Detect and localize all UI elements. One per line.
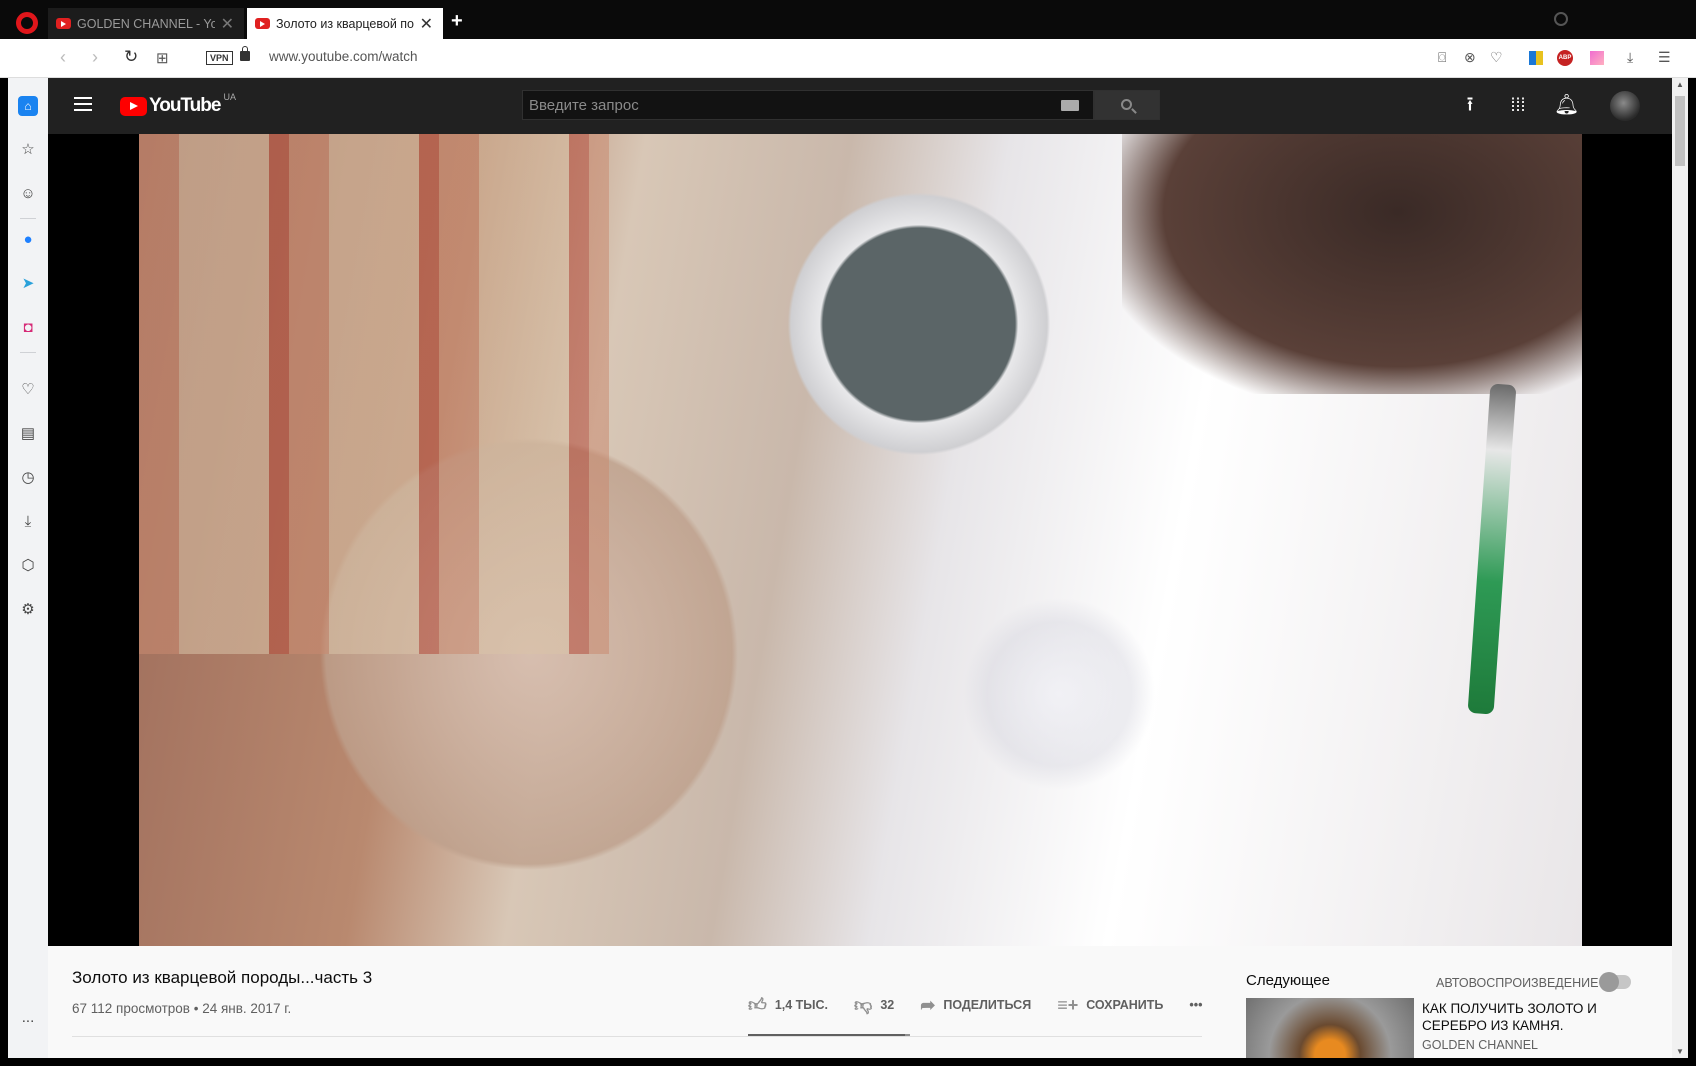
search-button[interactable] — [1094, 90, 1160, 120]
snapshot-icon[interactable]: ⌼ — [1438, 49, 1446, 66]
video-scene-dark-object — [1122, 134, 1582, 394]
autoplay-toggle[interactable] — [1599, 972, 1631, 992]
youtube-play-icon — [120, 96, 147, 116]
video-scene-toothbrush — [1467, 383, 1517, 715]
forward-icon[interactable]: › — [92, 47, 98, 68]
tab-golden-channel[interactable]: GOLDEN CHANNEL - YouTube ✕ — [48, 8, 244, 39]
page-scrollbar[interactable]: ▲ ▼ — [1672, 78, 1688, 1058]
extension-icon[interactable] — [1529, 51, 1543, 65]
search-icon — [1121, 99, 1132, 110]
home-icon[interactable]: ⌂ — [18, 96, 38, 116]
youtube-logo[interactable]: YouTube UA — [120, 92, 236, 117]
dislike-count: 32 — [880, 998, 895, 1012]
thumbs-down-icon: 👎︎ — [854, 995, 873, 1015]
up-next-thumbnail[interactable] — [1246, 998, 1414, 1058]
browser-tab-strip: GOLDEN CHANNEL - YouTube ✕ Золото из ква… — [0, 0, 1696, 39]
adblock-icon[interactable]: ⊗ — [1464, 49, 1476, 66]
apps-grid-icon[interactable]: ⁞⁞⁞ — [1506, 93, 1530, 117]
guide-menu-icon[interactable] — [74, 97, 92, 111]
avatar[interactable] — [1610, 91, 1640, 121]
sidebar-divider — [20, 352, 36, 353]
tab-active-video[interactable]: Золото из кварцевой породы...часть 3 - Y… — [247, 8, 443, 39]
close-tab-icon[interactable]: ✕ — [420, 14, 433, 34]
bookmark-heart-icon[interactable]: ♡ — [1490, 49, 1503, 66]
search-input[interactable] — [523, 91, 1093, 119]
like-button[interactable]: 👍︎ 1,4 тыс. — [748, 994, 828, 1016]
upload-icon[interactable]: ⭱ — [1458, 93, 1482, 117]
new-tab-button[interactable]: + — [451, 10, 463, 33]
youtube-page: YouTube UA ⭱ ⁞⁞⁞ 🔔︎ Золото из кварцевой … — [48, 78, 1672, 1058]
opera-logo[interactable] — [16, 12, 38, 34]
keyboard-icon[interactable] — [1061, 100, 1079, 111]
vpn-badge[interactable]: VPN — [206, 51, 233, 65]
download-icon[interactable]: ⤓ — [18, 512, 38, 532]
reload-icon[interactable]: ↻ — [124, 47, 138, 67]
messenger-icon[interactable]: ● — [18, 230, 38, 250]
tab-search-icon[interactable] — [1554, 12, 1568, 26]
scrollbar-thumb[interactable] — [1675, 96, 1685, 166]
playlist-add-icon: ≡+ — [1057, 994, 1079, 1015]
save-button[interactable]: ≡+ Сохранить — [1057, 995, 1163, 1016]
more-actions-button[interactable]: ••• — [1189, 998, 1202, 1012]
url-field[interactable]: www.youtube.com/watch — [269, 49, 418, 64]
info-divider — [72, 1036, 1202, 1037]
speed-dial-icon[interactable]: ⊞ — [156, 49, 169, 67]
sidebar-divider — [20, 218, 36, 219]
video-title: Золото из кварцевой породы...часть 3 — [72, 968, 373, 987]
scroll-down-icon[interactable]: ▼ — [1676, 1047, 1684, 1056]
like-count: 1,4 тыс. — [774, 998, 829, 1012]
tab-title: Золото из кварцевой породы...часть 3 - Y… — [276, 16, 414, 31]
up-next-channel[interactable]: GOLDEN CHANNEL — [1422, 1038, 1538, 1052]
dislike-button[interactable]: 👎︎ 32 — [854, 994, 894, 1016]
sidebar-more-icon[interactable]: ... — [18, 1008, 38, 1028]
address-toolbar: ‹ › ↻ ⊞ VPN www.youtube.com/watch ⌼ ⊗ ♡ … — [0, 39, 1696, 78]
video-scene-brick-wall — [139, 134, 609, 654]
logo-wordmark: YouTube — [149, 95, 221, 116]
history-icon[interactable]: ◷ — [18, 468, 38, 488]
lock-icon[interactable] — [240, 46, 250, 61]
watch-info: Золото из кварцевой породы...часть 3 67 … — [48, 946, 1672, 1058]
autoplay-label: Автовоспроизведение — [1436, 976, 1599, 990]
save-label: Сохранить — [1086, 998, 1164, 1012]
youtube-favicon-icon — [255, 18, 270, 29]
downloads-icon[interactable]: ⤓ — [1627, 49, 1633, 66]
notifications-bell-icon[interactable]: 🔔︎ — [1554, 93, 1579, 117]
search-box — [522, 90, 1094, 120]
share-arrow-icon: ➦ — [920, 994, 936, 1015]
back-icon[interactable]: ‹ — [60, 47, 66, 68]
extension-icon[interactable] — [1590, 51, 1604, 65]
video-actions: 👍︎ 1,4 тыс. 👎︎ 32 ➦ Поделиться ≡+ Сохран… — [748, 994, 1229, 1016]
video-frame[interactable] — [139, 134, 1582, 946]
more-dots-icon: ••• — [1189, 998, 1203, 1012]
up-next-heading: Следующее — [1246, 972, 1330, 989]
video-player[interactable] — [48, 134, 1672, 946]
thumbs-up-icon: 👍︎ — [748, 995, 767, 1015]
share-button[interactable]: ➦ Поделиться — [920, 995, 1031, 1016]
country-code: UA — [223, 92, 236, 102]
up-next-title[interactable]: КАК ПОЛУЧИТЬ ЗОЛОТО И СЕРЕБРО ИЗ КАМНЯ. — [1422, 1000, 1632, 1034]
smiley-icon[interactable]: ☺ — [18, 184, 38, 204]
instagram-icon[interactable]: ◘ — [18, 318, 38, 338]
autoplay-toggle-knob — [1599, 972, 1619, 992]
opera-sidebar: ⌂ ☆ ☺ ● ➤ ◘ ♡ ▤ ◷ ⤓ ⬡ ⚙ ... — [8, 78, 48, 1058]
telegram-icon[interactable]: ➤ — [18, 274, 38, 294]
share-label: Поделиться — [943, 998, 1032, 1012]
tab-title: GOLDEN CHANNEL - YouTube — [77, 16, 215, 31]
news-icon[interactable]: ▤ — [18, 424, 38, 444]
settings-icon[interactable]: ⚙ — [18, 600, 38, 620]
easy-setup-icon[interactable]: ☰ — [1658, 49, 1671, 66]
youtube-favicon-icon — [56, 18, 71, 29]
video-meta: 67 112 просмотров • 24 янв. 2017 г. — [72, 1001, 292, 1016]
scroll-up-icon[interactable]: ▲ — [1676, 80, 1684, 89]
cube-icon[interactable]: ⬡ — [18, 556, 38, 576]
heart-icon[interactable]: ♡ — [18, 380, 38, 400]
youtube-masthead: YouTube UA ⭱ ⁞⁞⁞ 🔔︎ — [48, 78, 1672, 134]
close-tab-icon[interactable]: ✕ — [221, 14, 234, 34]
abp-extension-icon[interactable]: ABP — [1557, 50, 1573, 66]
star-icon[interactable]: ☆ — [18, 140, 38, 160]
